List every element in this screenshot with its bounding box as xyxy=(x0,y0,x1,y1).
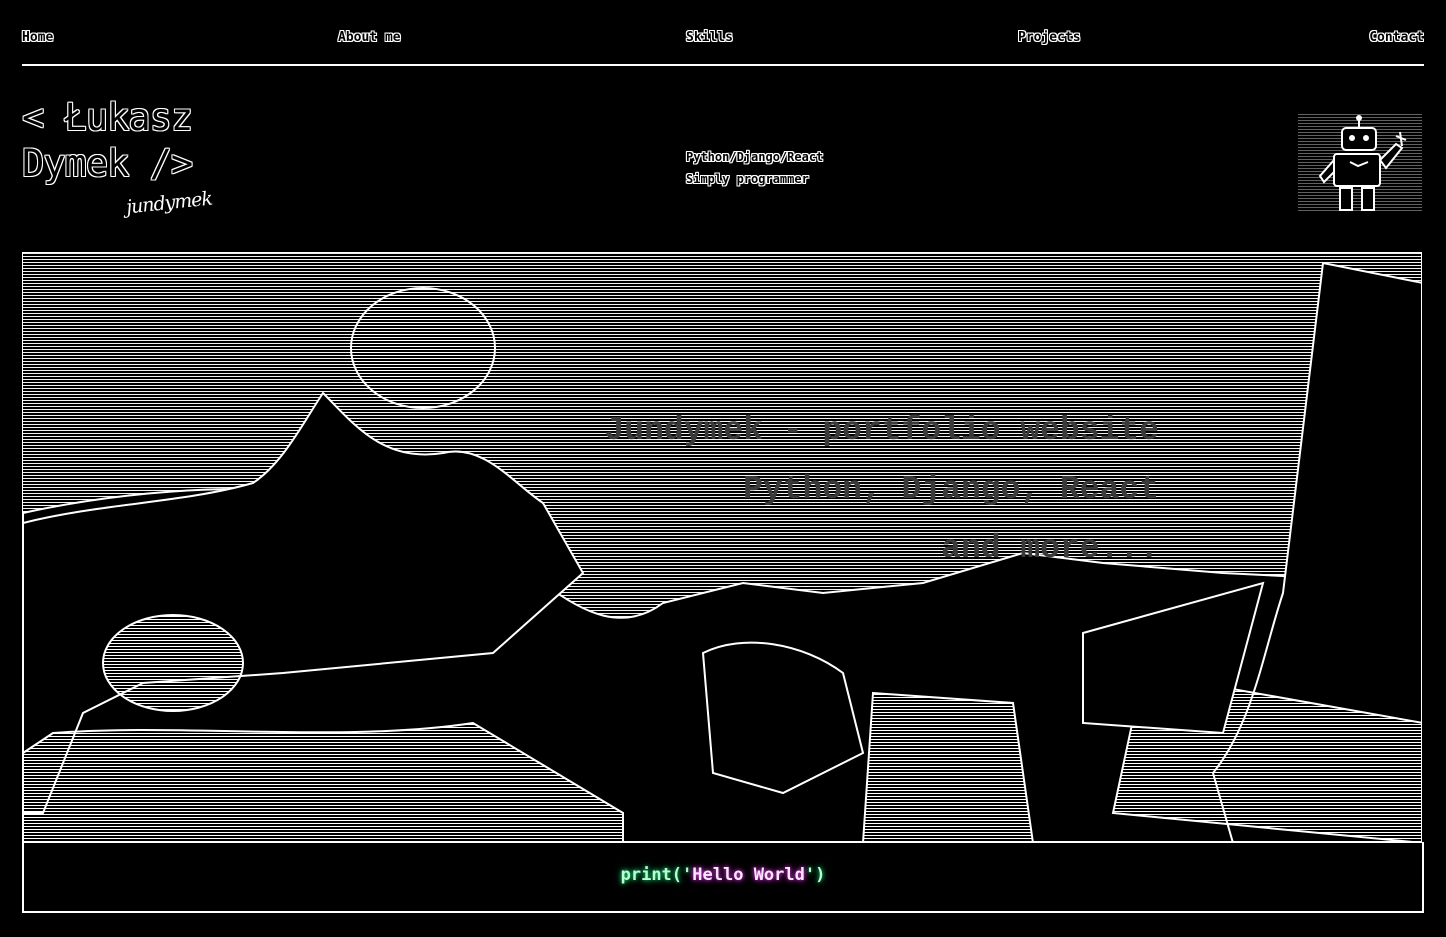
hello-world-code: print('Hello World') xyxy=(24,865,1422,885)
code-quote-close: ' xyxy=(804,865,816,885)
hero-headline: Jundymek - portfolio website Python, Dja… xyxy=(605,401,1160,578)
nav-home-link[interactable]: Home xyxy=(22,30,53,45)
hero-stack: Python, Django, React xyxy=(743,471,1159,508)
tagline-role: Simply programmer xyxy=(686,172,809,186)
top-nav: Home About me Skills Projects Contact xyxy=(22,30,1424,52)
tagline: Python/Django/React Simply programmer xyxy=(686,146,823,190)
nav-about-link[interactable]: About me xyxy=(338,30,401,45)
hero-title: Jundymek - portfolio website xyxy=(604,412,1160,449)
robot-icon xyxy=(1298,114,1422,212)
nav-contact-link[interactable]: Contact xyxy=(1369,30,1424,45)
logo-surname-line: Dymek /> xyxy=(22,142,193,185)
hero-banner: Jundymek - portfolio website Python, Dja… xyxy=(22,252,1422,842)
tagline-stack: Python/Django/React xyxy=(686,150,824,164)
code-function: print( xyxy=(620,865,683,885)
signature: jundymek xyxy=(125,187,213,219)
nav-projects-link[interactable]: Projects xyxy=(1018,30,1081,45)
footer: print('Hello World') xyxy=(22,842,1424,913)
logo-name-line: < Łukasz xyxy=(22,96,193,139)
code-string: Hello World xyxy=(692,865,805,885)
code-quote-open: ' xyxy=(682,865,693,885)
nav-divider xyxy=(22,64,1424,66)
code-paren-close: ) xyxy=(815,865,826,885)
hero-more: and more... xyxy=(941,530,1159,567)
site-logo[interactable]: < Łukasz Dymek /> jundymek xyxy=(22,96,232,231)
nav-skills-link[interactable]: Skills xyxy=(686,30,733,45)
